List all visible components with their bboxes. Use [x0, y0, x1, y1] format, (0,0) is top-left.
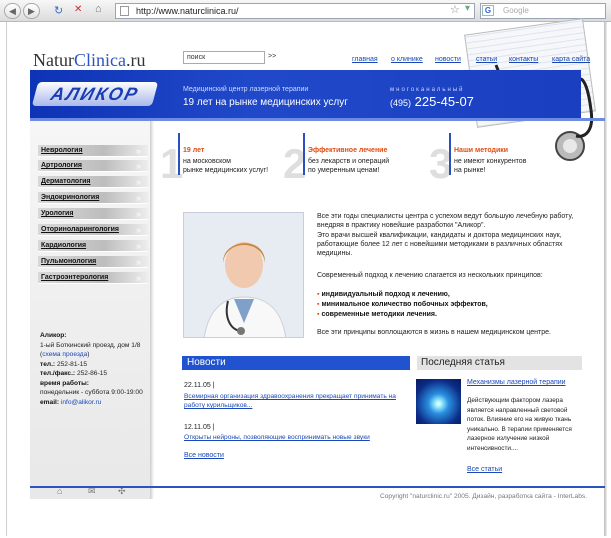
back-button[interactable]: ◀: [4, 3, 21, 19]
point-title-2: Эффективное лечение: [308, 147, 388, 154]
latest-article-heading: Последняя статья: [417, 356, 582, 370]
laser-article-image[interactable]: [416, 379, 461, 424]
contacts-block: Аликор: 1-ый Боткинский проезд, дом 1/8 …: [40, 331, 150, 407]
sidebar-item-gastroenterology[interactable]: Гастроэнтерология: [38, 272, 148, 284]
point-divider: [178, 133, 180, 175]
sidebar-item-neurology[interactable]: Неврология: [38, 145, 148, 157]
point-text-3b: на рынке!: [454, 167, 486, 174]
doctor-photo: [183, 212, 304, 338]
site-search-input[interactable]: поиск: [183, 51, 265, 64]
all-news-link[interactable]: Все новости: [184, 452, 224, 459]
news-date: 12.11.05 |: [184, 424, 215, 431]
contacts-title: Аликор:: [40, 332, 67, 339]
news-heading: Новости: [182, 356, 410, 370]
point-text-2: без лекарств и операций по умеренным цена…: [308, 157, 418, 175]
chevron-right-icon: »: [136, 225, 142, 235]
intro-closing: Все эти принципы воплощаются в жизнь в н…: [317, 329, 551, 336]
point-title-1: 19 лет: [183, 147, 205, 154]
chevron-right-icon: »: [136, 273, 142, 283]
hours-label: время работы:: [40, 379, 89, 387]
point-divider: [449, 133, 451, 175]
chevron-right-icon: »: [136, 161, 142, 171]
chevron-right-icon: »: [136, 241, 142, 251]
reload-icon[interactable]: ↻: [54, 4, 63, 17]
point-title-3: Наши методики: [454, 147, 509, 154]
nav-home[interactable]: главная: [352, 56, 378, 63]
point-text-1a: на московском: [183, 158, 231, 165]
principle-item: современные методики лечения.: [317, 311, 436, 318]
address-bar[interactable]: http://www.naturclinica.ru/: [115, 3, 475, 19]
phone-code: (495): [390, 98, 412, 108]
intro-paragraph-1: Все эти годы специалисты центра с успехо…: [317, 213, 574, 230]
chevron-right-icon: »: [136, 177, 142, 187]
hours-value: понедельник - суббота 9:00-19:00: [40, 389, 143, 396]
logo-text-1: Natur: [33, 50, 74, 70]
point-text-2a: без лекарств и операций: [308, 158, 390, 165]
chevron-right-icon: »: [136, 146, 142, 156]
intro-text: Все эти годы специалисты центра с успехо…: [317, 212, 587, 258]
point-text-3: не имеют конкурентов на рынке!: [454, 157, 564, 175]
all-articles-link[interactable]: Все статьи: [467, 466, 502, 473]
site-logo[interactable]: NaturClinica.ru: [33, 50, 145, 71]
sidebar-item-otorhinolaryngology[interactable]: Оториноларингология: [38, 224, 148, 236]
page-favicon-icon: [120, 6, 129, 16]
point-text-3a: не имеют конкурентов: [454, 158, 527, 165]
chevron-right-icon: »: [136, 209, 142, 219]
point-text-2b: по умеренным ценам!: [308, 167, 380, 174]
news-link[interactable]: Открыты нейроны, позволяющие воспринимат…: [184, 433, 404, 442]
logo-text-2: Clinica: [73, 50, 126, 70]
tel-value: 252-81-15: [56, 360, 88, 368]
forward-button[interactable]: ▶: [23, 3, 40, 19]
point-divider: [303, 133, 305, 175]
banner-caption: Медицинский центр лазерной терапии: [183, 86, 309, 93]
sidebar-item-endocrinology[interactable]: Эндокринология: [38, 192, 148, 204]
sidebar-item-pulmonology[interactable]: Пульмонология: [38, 256, 148, 268]
news-link[interactable]: Всемирная организация здравоохранения пр…: [184, 392, 404, 410]
chevron-right-icon: »: [136, 257, 142, 267]
google-icon[interactable]: G: [482, 5, 494, 16]
browser-search-input[interactable]: Google: [480, 3, 606, 19]
point-text-1b: рынке медицинских услуг!: [183, 167, 269, 174]
article-excerpt: Действующим фактором лазера является нап…: [467, 397, 572, 452]
tel-label: тел.:: [40, 360, 56, 368]
bookmark-star-icon[interactable]: ☆: [450, 3, 460, 16]
phone-number: (495) 225-45-07: [390, 94, 474, 109]
principle-item: индивидуальный подход к лечению,: [317, 291, 449, 298]
sidebar-item-dermatology[interactable]: Дерматология: [38, 176, 148, 188]
nav-articles[interactable]: статьи: [476, 56, 497, 63]
home-icon[interactable]: ⌂: [95, 3, 102, 15]
footer-line: [30, 486, 605, 488]
sidebar-shadow: [150, 121, 154, 499]
contacts-address: 1-ый Боткинский проезд, дом 1/8: [40, 341, 141, 349]
site-search-button[interactable]: >>: [268, 53, 276, 60]
stop-icon[interactable]: ✕: [74, 4, 82, 15]
principles-heading: Современный подход к лечению слагается и…: [317, 272, 543, 279]
chevron-right-icon: »: [136, 193, 142, 203]
sidebar-item-arthrology[interactable]: Артрология: [38, 160, 148, 172]
logo-text-3: .ru: [125, 50, 146, 70]
sidebar-item-cardiology[interactable]: Кардиология: [38, 240, 148, 252]
fax-value: 252-86-15: [76, 370, 107, 377]
article-link[interactable]: Механизмы лазерной терапии: [467, 379, 587, 386]
sidebar-item-urology[interactable]: Урология: [38, 208, 148, 220]
phone-label: многоканальный: [390, 87, 465, 93]
brand-logo[interactable]: АЛИКОР: [31, 82, 159, 106]
directions-link[interactable]: схема проезда: [42, 351, 87, 358]
nav-sitemap[interactable]: карта сайта: [552, 56, 590, 63]
nav-contacts[interactable]: контакты: [509, 56, 538, 63]
news-date: 22.11.05 |: [184, 382, 215, 389]
banner-subcaption: 19 лет на рынке медицинских услуг: [183, 97, 348, 108]
nav-news[interactable]: новости: [435, 56, 461, 63]
phone-digits: 225-45-07: [414, 94, 474, 109]
email-link[interactable]: info@alikor.ru: [61, 399, 101, 406]
fax-label: тел./факс.:: [40, 370, 76, 377]
point-text-1: на московском рынке медицинских услуг!: [183, 157, 293, 175]
principle-item: минимальное количество побочных эффектов…: [317, 301, 487, 308]
nav-about[interactable]: о клинике: [391, 56, 423, 63]
intro-paragraph-2: Это врачи высшей квалификации, кандидаты…: [317, 231, 563, 258]
copyright-text: Copyright "naturclinic.ru" 2005. Дизайн,…: [380, 493, 588, 500]
rss-icon[interactable]: ▾: [465, 3, 470, 14]
email-label: email:: [40, 398, 60, 406]
